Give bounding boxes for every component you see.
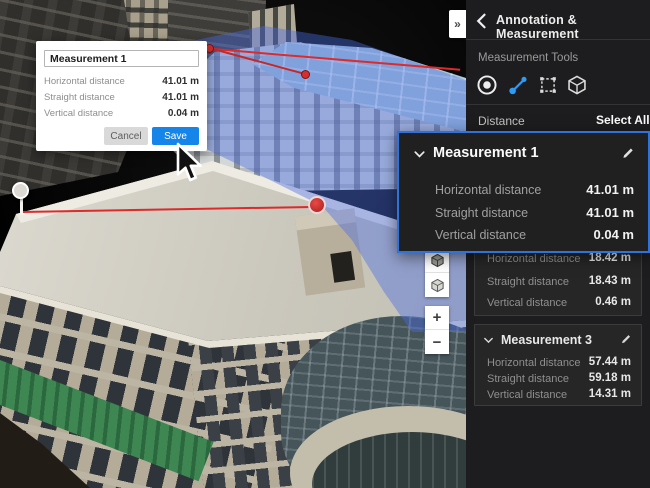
row-value: 41.01 m (586, 205, 634, 220)
roof-structure-door (330, 251, 355, 283)
measurement-save-dialog: Horizontal distance 41.01 m Straight dis… (36, 41, 207, 151)
zoom-in-button[interactable]: + (425, 306, 449, 330)
row-label: Vertical distance (487, 297, 567, 309)
measurement-name-input[interactable] (44, 50, 199, 67)
panel-title: Annotation & Measurement (496, 13, 650, 41)
mouse-cursor (176, 142, 204, 184)
zoom-out-button[interactable]: − (425, 330, 449, 354)
chevron-down-icon[interactable] (412, 147, 427, 162)
corner-handle (553, 77, 556, 80)
line-endpoint-dot (509, 88, 516, 95)
view-cube-outline-button[interactable] (425, 273, 449, 297)
panel-collapse-button[interactable]: » (449, 10, 466, 38)
row-label: Horizontal distance (487, 253, 581, 265)
select-all-button[interactable]: Select All (596, 113, 650, 127)
row-value: 41.01 m (162, 92, 199, 103)
row-value: 0.04 m (594, 227, 634, 242)
volume-tool-button[interactable] (566, 74, 588, 96)
corner-handle (553, 90, 556, 93)
zoom-out-label: − (433, 335, 442, 350)
measurement-card-1-expanded[interactable]: Measurement 1 Horizontal distance 41.01 … (397, 131, 650, 253)
view-mode-toolbar (425, 249, 449, 297)
distance-tool-button[interactable] (507, 74, 529, 96)
measurement-tools-label: Measurement Tools (478, 52, 578, 64)
row-label: Straight distance (487, 373, 569, 385)
panel-header: Annotation & Measurement (466, 0, 650, 40)
row-value: 18.43 m (589, 275, 631, 287)
row-value: 59.18 m (589, 372, 631, 384)
point-tool-button[interactable] (476, 74, 498, 96)
cancel-button[interactable]: Cancel (104, 127, 148, 145)
measurement-card-3[interactable]: Measurement 3 Horizontal distance 57.44 … (474, 324, 642, 406)
row-value: 14.31 m (589, 388, 631, 400)
area-tool-button[interactable] (537, 74, 559, 96)
row-label: Horizontal distance (435, 183, 541, 197)
row-label: Vertical distance (487, 389, 567, 401)
cube-outline-icon (430, 278, 445, 293)
dashed-square-icon (542, 79, 554, 91)
measurement-point-end[interactable] (308, 196, 326, 214)
dialog-row-vertical: Vertical distance 0.04 m (44, 106, 199, 122)
row-label: Horizontal distance (487, 357, 581, 369)
corner-handle (540, 90, 543, 93)
back-chevron-icon[interactable] (472, 11, 492, 31)
row-value: 41.01 m (586, 182, 634, 197)
measurement-pin-start[interactable] (12, 182, 29, 199)
row-label: Straight distance (435, 206, 528, 220)
cube-solid-icon (430, 253, 445, 268)
row-label: Horizontal distance (44, 76, 125, 87)
row-label: Vertical distance (435, 228, 526, 242)
zoom-toolbar: + − (425, 306, 449, 354)
row-value: 41.01 m (162, 76, 199, 87)
card-title: Measurement 1 (433, 145, 539, 161)
app-window: + − » Horizontal distance 41.01 m Straig… (0, 0, 650, 488)
line-endpoint-dot (521, 77, 526, 82)
divider (466, 104, 650, 105)
measurement-point-b[interactable] (301, 70, 310, 79)
double-chevron-right-icon: » (454, 17, 461, 31)
zoom-in-label: + (433, 310, 442, 325)
card-title: Measurement 3 (501, 333, 592, 347)
edit-pencil-icon[interactable] (621, 146, 635, 160)
dialog-row-horizontal: Horizontal distance 41.01 m (44, 74, 199, 90)
row-value: 18.42 m (589, 252, 631, 264)
chevron-down-icon[interactable] (482, 334, 495, 347)
cube-icon-edges (569, 81, 585, 94)
row-label: Vertical distance (44, 108, 113, 119)
row-value: 0.04 m (168, 108, 199, 119)
dialog-row-straight: Straight distance 41.01 m (44, 90, 199, 106)
row-label: Straight distance (44, 92, 115, 103)
circle-dot-icon-center (483, 81, 491, 89)
row-value: 57.44 m (589, 356, 631, 368)
row-value: 0.46 m (595, 296, 631, 308)
measurement-pin-stem (20, 198, 23, 215)
edit-pencil-icon[interactable] (620, 333, 632, 345)
corner-handle (540, 77, 543, 80)
distance-section-label: Distance (478, 114, 525, 128)
row-label: Straight distance (487, 276, 569, 288)
